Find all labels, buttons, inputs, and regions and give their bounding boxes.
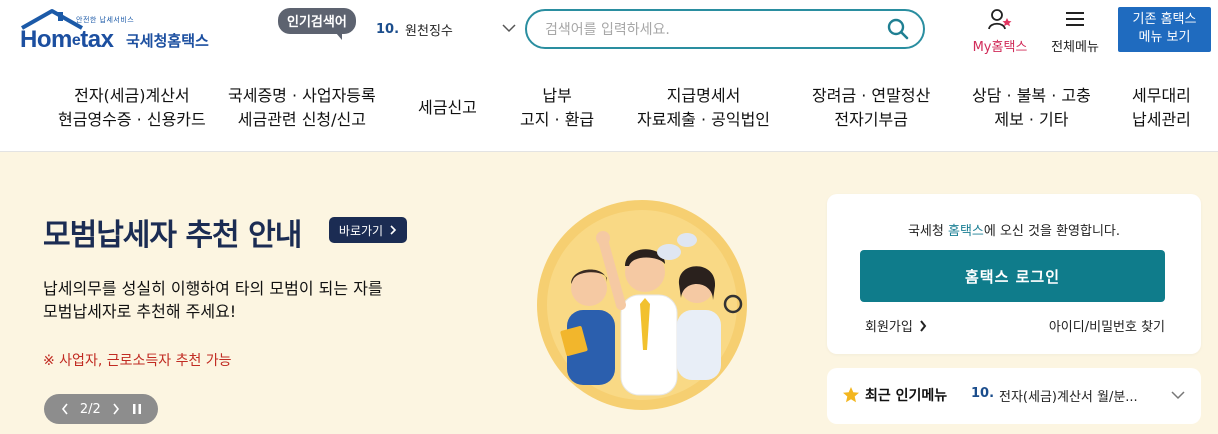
nav-item-line2: 납세관리 bbox=[1132, 110, 1191, 129]
nav-item-line1: 지급명세서 bbox=[666, 86, 741, 105]
all-menu-label: 전체메뉴 bbox=[1051, 40, 1099, 55]
logo-tagline: 안전한 납세서비스 bbox=[76, 16, 135, 24]
nav-item-line1: 국세증명 · 사업자등록 bbox=[228, 86, 376, 105]
chevron-down-icon bbox=[502, 24, 516, 33]
nav-item-incentives[interactable]: 장려금 · 연말정산 전자기부금 bbox=[812, 84, 930, 132]
nav-item-line1: 전자(세금)계산서 bbox=[74, 86, 190, 105]
nav-item-line2: 제보 · 기타 bbox=[994, 110, 1069, 129]
chevron-right-icon bbox=[390, 225, 397, 235]
nav-item-line2: 세금관련 신청/신고 bbox=[237, 110, 366, 129]
pause-icon bbox=[133, 404, 142, 414]
header: 안전한 납세서비스 Hometax 국세청홈택스 인기검색어 10. 원천징수 … bbox=[0, 0, 1218, 66]
nav-item-consulting[interactable]: 상담 · 불복 · 고충 제보 · 기타 bbox=[972, 84, 1091, 132]
banner-title-b: 추천 안내 bbox=[176, 218, 302, 253]
banner-description: 납세의무를 성실히 이행하여 타의 모범이 되는 자를 모범납세자로 추천해 주… bbox=[43, 277, 383, 323]
banner-title: 모범납세자 추천 안내 bbox=[43, 210, 302, 254]
chevron-down-icon[interactable] bbox=[1171, 388, 1185, 402]
popular-search-term: 원천징수 bbox=[405, 23, 453, 39]
recent-popular-label: 최근 인기메뉴 bbox=[865, 388, 948, 404]
my-hometax-label: My홈택스 bbox=[972, 40, 1028, 55]
nav-item-payment-statement[interactable]: 지급명세서 자료제출 · 공익법인 bbox=[637, 84, 770, 132]
nav-item-tax-agent[interactable]: 세무대리 납세관리 bbox=[1132, 84, 1191, 132]
old-menu-line1: 기존 홈택스 bbox=[1132, 12, 1197, 27]
nav-item-line2: 고지 · 환급 bbox=[520, 110, 595, 129]
popular-search-badge: 인기검색어 bbox=[278, 8, 356, 40]
logo-brand-e: e bbox=[71, 32, 81, 49]
main-nav: 전자(세금)계산서 현금영수증 · 신용카드 국세증명 · 사업자등록 세금관련… bbox=[0, 66, 1218, 152]
pager-prev-button[interactable] bbox=[59, 403, 71, 415]
user-icon bbox=[988, 9, 1012, 30]
nav-item-line1: 상담 · 불복 · 고충 bbox=[972, 86, 1091, 105]
logo-brand-tax: tax bbox=[80, 26, 114, 53]
my-hometax-button[interactable]: My홈택스 bbox=[966, 8, 1034, 55]
hamburger-icon bbox=[1066, 12, 1084, 26]
popular-search-number: 10. bbox=[376, 21, 400, 37]
login-card: 국세청 홈택스에 오신 것을 환영합니다. 홈택스 로그인 회원가입 아이디/비… bbox=[827, 194, 1201, 354]
logo-brand-home: Hom bbox=[20, 26, 72, 53]
all-menu-button[interactable]: 전체메뉴 bbox=[1044, 8, 1106, 55]
hometax-logo[interactable]: 안전한 납세서비스 Hometax 국세청홈택스 bbox=[18, 8, 228, 54]
recent-popular-text: 전자(세금)계산서 월/분... bbox=[999, 390, 1138, 405]
pager-count: 2/2 bbox=[79, 401, 101, 417]
hometax-login-button[interactable]: 홈택스 로그인 bbox=[860, 250, 1165, 302]
star-icon bbox=[843, 387, 859, 403]
old-hometax-menu-button[interactable]: 기존 홈택스 메뉴 보기 bbox=[1118, 7, 1211, 52]
welcome-highlight: 홈택스 bbox=[947, 224, 984, 239]
popular-search-select[interactable]: 10. 원천징수 bbox=[360, 13, 518, 45]
banner-note: ※ 사업자, 근로소득자 추천 가능 bbox=[43, 353, 232, 369]
nav-item-certificates[interactable]: 국세증명 · 사업자등록 세금관련 신청/신고 bbox=[228, 84, 376, 132]
chevron-right-icon bbox=[113, 403, 120, 415]
recent-popular-menu[interactable]: 최근 인기메뉴 10. 전자(세금)계산서 월/분... bbox=[827, 368, 1201, 424]
banner-desc-line2: 모범납세자로 추천해 주세요! bbox=[43, 302, 237, 321]
banner-pager: 2/2 bbox=[44, 394, 158, 424]
find-id-password-link[interactable]: 아이디/비밀번호 찾기 bbox=[1049, 316, 1165, 335]
nav-item-line1: 세무대리 bbox=[1132, 86, 1191, 105]
model-taxpayer-illustration bbox=[537, 200, 747, 410]
nav-item-payment[interactable]: 납부 고지 · 환급 bbox=[520, 84, 594, 132]
nav-item-line1: 장려금 · 연말정산 bbox=[812, 86, 931, 105]
pager-pause-button[interactable] bbox=[131, 403, 143, 415]
banner-go-button[interactable]: 바로가기 bbox=[329, 217, 407, 243]
nav-item-e-invoice[interactable]: 전자(세금)계산서 현금영수증 · 신용카드 bbox=[58, 84, 206, 132]
nav-item-tax-filing[interactable]: 세금신고 bbox=[418, 96, 477, 120]
nav-item-line2: 전자기부금 bbox=[834, 110, 908, 129]
old-menu-line2: 메뉴 보기 bbox=[1138, 30, 1191, 45]
main-banner-area: 모범납세자 추천 안내 바로가기 납세의무를 성실히 이행하여 타의 모범이 되… bbox=[0, 152, 1218, 434]
chevron-left-icon bbox=[61, 403, 68, 415]
nav-item-line2: 현금영수증 · 신용카드 bbox=[58, 110, 206, 129]
nav-item-line1: 세금신고 bbox=[418, 98, 477, 117]
nav-item-line2: 자료제출 · 공익법인 bbox=[637, 110, 771, 129]
chevron-right-icon bbox=[920, 319, 927, 332]
banner-go-label: 바로가기 bbox=[338, 223, 384, 238]
signup-link[interactable]: 회원가입 bbox=[865, 316, 927, 335]
search-input[interactable] bbox=[545, 20, 875, 40]
nav-item-line1: 납부 bbox=[542, 86, 572, 105]
search-box bbox=[525, 9, 925, 49]
banner-title-a: 모범납세자 bbox=[43, 218, 177, 253]
logo-brand: Hometax bbox=[20, 26, 114, 54]
signup-label: 회원가입 bbox=[865, 320, 913, 335]
logo-korean: 국세청홈택스 bbox=[126, 32, 209, 50]
welcome-suffix: 에 오신 것을 환영합니다. bbox=[983, 224, 1121, 239]
banner-desc-line1: 납세의무를 성실히 이행하여 타의 모범이 되는 자를 bbox=[43, 279, 383, 298]
pager-next-button[interactable] bbox=[110, 403, 122, 415]
search-icon[interactable] bbox=[887, 18, 909, 40]
welcome-prefix: 국세청 bbox=[907, 224, 948, 239]
recent-popular-number: 10. bbox=[971, 386, 995, 401]
welcome-message: 국세청 홈택스에 오신 것을 환영합니다. bbox=[827, 220, 1201, 239]
